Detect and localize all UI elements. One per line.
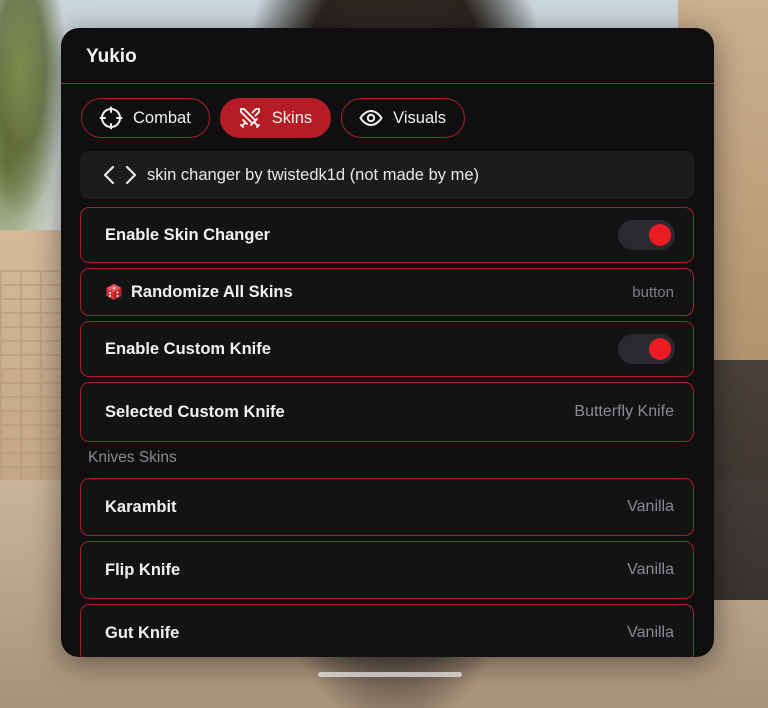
skins-content: skin changer by twistedk1d (not made by … (80, 151, 694, 657)
enable-custom-knife-toggle[interactable] (618, 334, 675, 364)
code-brackets-icon (103, 163, 137, 187)
panel-title: Yukio (86, 46, 137, 67)
knife-item-value: Vanilla (627, 561, 674, 578)
crossed-swords-icon (238, 106, 262, 130)
credits-text: skin changer by twistedk1d (not made by … (147, 165, 479, 184)
selected-custom-knife-dropdown[interactable]: Selected Custom Knife Butterfly Knife (80, 382, 694, 442)
panel-header[interactable]: Yukio (61, 28, 714, 84)
tab-skins[interactable]: Skins (219, 98, 332, 138)
enable-skin-changer-row[interactable]: Enable Skin Changer (80, 207, 694, 263)
knife-item-value: Vanilla (627, 624, 674, 641)
knife-item-gut-knife[interactable]: Gut Knife Vanilla (80, 604, 694, 657)
toggle-knob (649, 224, 671, 246)
tab-bar: Combat Skins Visuals (81, 98, 466, 138)
randomize-type-hint: button (632, 283, 674, 301)
randomize-all-skins-button[interactable]: Randomize All Skins button (80, 268, 694, 316)
randomize-label: Randomize All Skins (131, 282, 293, 301)
selected-custom-knife-label: Selected Custom Knife (105, 402, 285, 421)
home-indicator[interactable] (318, 672, 462, 677)
background-bricks (0, 270, 60, 480)
tab-combat[interactable]: Combat (81, 98, 210, 138)
knife-item-label: Flip Knife (105, 560, 181, 579)
knife-item-value: Vanilla (627, 498, 674, 515)
tab-combat-label: Combat (133, 108, 191, 127)
enable-skin-changer-toggle[interactable] (618, 220, 675, 250)
skin-changer-panel: Yukio Combat Skins Visuals skin changer … (61, 28, 714, 657)
dice-icon (105, 283, 123, 301)
background-palm (0, 0, 70, 230)
knife-item-karambit[interactable]: Karambit Vanilla (80, 478, 694, 536)
knife-item-label: Gut Knife (105, 623, 180, 642)
tab-visuals[interactable]: Visuals (341, 98, 466, 138)
eye-icon (359, 106, 383, 130)
enable-custom-knife-label: Enable Custom Knife (105, 339, 271, 358)
enable-skin-changer-label: Enable Skin Changer (105, 225, 271, 244)
crosshair-icon (99, 106, 123, 130)
toggle-knob (649, 338, 671, 360)
tab-skins-label: Skins (271, 108, 313, 127)
tab-visuals-label: Visuals (393, 108, 447, 127)
knives-skins-section-title: Knives Skins (88, 449, 177, 466)
knife-item-label: Karambit (105, 497, 177, 516)
enable-custom-knife-row[interactable]: Enable Custom Knife (80, 321, 694, 377)
randomize-label-group: Randomize All Skins (105, 283, 293, 302)
knife-item-flip-knife[interactable]: Flip Knife Vanilla (80, 541, 694, 599)
credits-label-row: skin changer by twistedk1d (not made by … (80, 151, 694, 199)
selected-custom-knife-value: Butterfly Knife (574, 403, 674, 420)
